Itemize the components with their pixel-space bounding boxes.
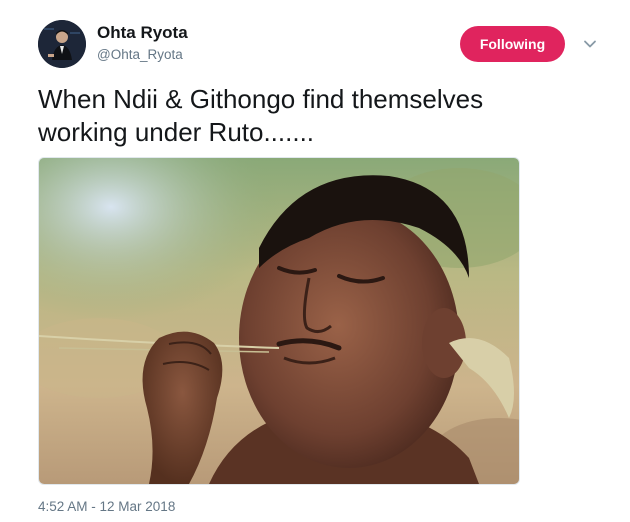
chevron-down-icon[interactable] xyxy=(582,36,598,52)
avatar-icon xyxy=(38,20,86,68)
avatar[interactable] xyxy=(38,20,86,68)
photo-image xyxy=(39,158,519,484)
tweet-timestamp[interactable]: 4:52 AM - 12 Mar 2018 xyxy=(38,499,175,514)
screen-name[interactable]: @Ohta_Ryota xyxy=(97,47,183,62)
display-name[interactable]: Ohta Ryota xyxy=(97,23,188,43)
tweet-text: When Ndii & Githongo find themselves wor… xyxy=(38,84,484,147)
following-button[interactable]: Following xyxy=(460,26,565,62)
tweet-card: Ohta Ryota @Ohta_Ryota Following When Nd… xyxy=(0,0,630,522)
tweet-media-photo[interactable] xyxy=(38,157,520,485)
